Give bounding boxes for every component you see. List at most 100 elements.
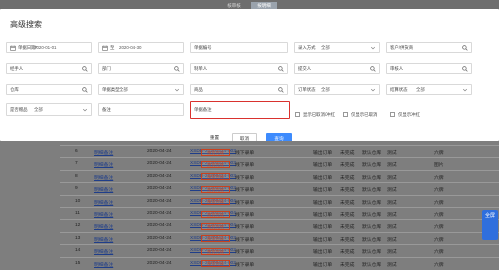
table-cell: 2020-04-24 xyxy=(147,223,172,229)
detail-link[interactable]: 明细备注 xyxy=(94,248,113,255)
table-row[interactable]: 15 明细备注 2020-04-24 XSDD-20200424-002 线下录单 按货完… xyxy=(60,256,499,269)
table-row[interactable]: 13 明细备注 2020-04-24 XSDD-20200424-003 线下录单 按货完… xyxy=(60,231,499,244)
table-cell: 未完成 xyxy=(340,200,355,206)
field-value: 2020-01-01 xyxy=(34,45,57,50)
table-cell: 输出订单 xyxy=(313,188,333,194)
chevron-down-icon xyxy=(174,87,180,93)
table-row[interactable]: 8 明细备注 2020-04-24 XSDD-20200424-003 线下录单 按货完成… xyxy=(60,169,499,182)
only-red-checkbox[interactable]: 仅显示冲红 xyxy=(390,112,420,120)
table-cell: 12 xyxy=(75,223,81,229)
table-cell: 输出订单 xyxy=(313,151,333,156)
checkbox-label: 显示已取消/冲红 xyxy=(303,112,335,117)
search-icon xyxy=(370,65,376,72)
status-badge: 按货完成 xyxy=(201,185,230,193)
tab-audit[interactable]: 核审核 xyxy=(220,2,248,9)
detail-link[interactable]: 明细备注 xyxy=(94,261,113,268)
detail-link[interactable]: 明细备注 xyxy=(94,223,113,230)
field-value: 全部 xyxy=(119,87,128,92)
fullscreen-button[interactable]: 全屏 xyxy=(482,210,498,240)
search-field[interactable]: 审核人 xyxy=(386,63,472,74)
detail-link[interactable]: 明细备注 xyxy=(94,236,113,243)
search-field[interactable]: 部门 xyxy=(98,63,184,74)
table-cell: 线下录单 xyxy=(235,200,255,206)
table-cell: 2020-04-24 xyxy=(147,211,172,216)
table-row[interactable]: 12 明细备注 2020-04-24 XSDD-20200424-004 线下录单 按货完… xyxy=(60,219,499,231)
checkbox-box[interactable] xyxy=(343,112,348,118)
status-badge: 按货完成 xyxy=(201,235,230,243)
table-cell: 14 xyxy=(75,248,81,254)
table-cell: 测试 xyxy=(387,188,397,194)
table-cell: 默认仓库 xyxy=(362,225,382,231)
search-field[interactable]: 提交人 xyxy=(294,63,380,74)
top-tab-bar: 核审核 按明细 xyxy=(0,0,499,9)
table-cell: 输出订单 xyxy=(313,200,333,206)
chevron-down-icon xyxy=(82,107,88,113)
status-badge: 按货完成 xyxy=(201,160,230,168)
search-field[interactable]: 单据日期* 2020-01-01 xyxy=(6,42,92,53)
only-cancelled-checkbox[interactable]: 仅显示已取消 xyxy=(343,112,377,120)
search-icon xyxy=(278,86,284,93)
table-row[interactable]: 14 明细备注 2020-04-24 XSDD-20200424-002 线下录单 按货完… xyxy=(60,244,499,256)
detail-link[interactable]: 明细备注 xyxy=(94,211,113,218)
status-badge: 按货完成 xyxy=(201,198,230,206)
search-field[interactable]: 仓库 xyxy=(6,84,92,95)
search-field[interactable]: 至 2020-04-30 xyxy=(98,42,184,53)
table-cell: 测试 xyxy=(387,213,397,218)
table-cell: 线下录单 xyxy=(235,237,255,243)
detail-link[interactable]: 明细备注 xyxy=(94,174,113,181)
table-cell: 未完成 xyxy=(340,151,355,156)
table-cell: 2020-04-24 xyxy=(147,149,172,154)
search-field[interactable]: 备注 xyxy=(98,103,184,116)
field-label: 单据备注 xyxy=(194,107,212,112)
detail-link[interactable]: 明细备注 xyxy=(94,199,113,206)
show-cancelled-checkbox[interactable]: 显示已取消/冲红 xyxy=(295,112,335,120)
table-cell: 测试 xyxy=(387,163,397,169)
field-label: 商品 xyxy=(194,87,203,92)
table-row[interactable]: 11 明细备注 2020-04-24 XSDD-20200424-004 线下录单 按货完… xyxy=(60,207,499,219)
table-cell: 六牌 xyxy=(434,213,444,218)
table-cell: 默认仓库 xyxy=(362,237,382,243)
checkbox-box[interactable] xyxy=(295,112,300,118)
search-field[interactable]: 单据类型 全部 xyxy=(98,84,184,95)
search-icon xyxy=(82,65,88,72)
detail-link[interactable]: 明细备注 xyxy=(94,161,113,168)
field-label: 经手人 xyxy=(10,66,24,71)
table-cell: 测试 xyxy=(387,250,397,256)
table-cell: 测试 xyxy=(387,175,397,181)
table-cell: 2020-04-24 xyxy=(147,186,172,192)
detail-link[interactable]: 明细备注 xyxy=(94,186,113,193)
search-icon xyxy=(82,86,88,93)
tab-detail[interactable]: 按明细 xyxy=(251,2,277,9)
search-field[interactable]: 结算状态 全部 xyxy=(386,84,472,95)
table-cell: 输出订单 xyxy=(313,213,333,218)
table-cell: 默认仓库 xyxy=(362,175,382,181)
search-field[interactable]: 经手人 xyxy=(6,63,92,74)
search-field[interactable]: 商品 xyxy=(190,84,288,95)
table-cell: 测试 xyxy=(387,237,397,243)
table-row[interactable]: 9 明细备注 2020-04-24 XSDD-20200424-003 线下录单 按货完成… xyxy=(60,182,499,194)
table-row[interactable]: 10 明细备注 2020-04-24 XSDD-20200424-004 线下录单 按货完… xyxy=(60,194,499,207)
search-field[interactable]: 单据编号 xyxy=(190,42,288,53)
table-cell: 默认仓库 xyxy=(362,200,382,206)
checkbox-box[interactable] xyxy=(390,112,395,118)
table-cell: 六牌 xyxy=(434,151,444,156)
table-cell: 未完成 xyxy=(340,163,355,169)
checkbox-label: 仅显示冲红 xyxy=(398,112,420,117)
table-cell: 未完成 xyxy=(340,237,355,243)
checkbox-label: 仅显示已取消 xyxy=(351,112,378,117)
search-field[interactable]: 录入方式 全部 xyxy=(294,42,380,53)
status-badge: 按货完成 xyxy=(201,148,230,156)
search-field[interactable]: 是否赠品 全部 xyxy=(6,103,92,116)
detail-link[interactable]: 明细备注 xyxy=(94,149,113,156)
table-cell: 默认仓库 xyxy=(362,151,382,156)
search-field[interactable]: 订单状态 全部 xyxy=(294,84,380,95)
table-cell: 未完成 xyxy=(340,188,355,194)
field-label: 至 xyxy=(110,45,115,50)
search-field[interactable]: 客户/供货商 xyxy=(386,42,472,53)
table-row[interactable]: 7 明细备注 2020-04-24 XSDD-20200424-003 线下录单 按货完成… xyxy=(60,157,499,169)
search-field[interactable]: 单据备注 xyxy=(190,101,290,119)
table-row[interactable]: 6 明细备注 2020-04-24 XSDD-20200424-003 线下录单 按货完成… xyxy=(60,145,499,157)
table-cell: 六牌 xyxy=(434,262,444,268)
table-cell: 六牌 xyxy=(434,237,444,243)
search-field[interactable]: 制单人 xyxy=(190,63,288,74)
